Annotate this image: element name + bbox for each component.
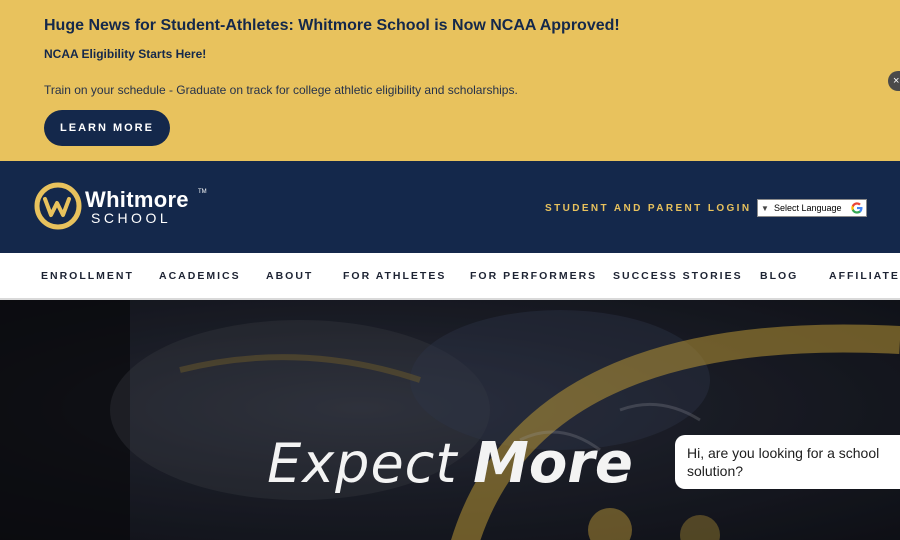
close-icon[interactable]: × bbox=[888, 71, 900, 91]
nav-item-blog[interactable]: BLOG bbox=[760, 270, 798, 282]
hero-background-image bbox=[0, 300, 900, 540]
logo-trademark: TM bbox=[198, 189, 207, 195]
learn-more-button[interactable]: LEARN MORE bbox=[44, 110, 170, 146]
nav-item-academics[interactable]: ACADEMICS bbox=[159, 270, 241, 282]
site-header: Whitmore TM SCHOOL STUDENT AND PARENT LO… bbox=[0, 161, 900, 253]
nav-item-for-athletes[interactable]: FOR ATHLETES bbox=[343, 270, 446, 282]
language-select[interactable]: ▼ Select Language bbox=[757, 199, 867, 217]
banner-headline: Huge News for Student-Athletes: Whitmore… bbox=[44, 17, 620, 34]
announcement-banner: Huge News for Student-Athletes: Whitmore… bbox=[0, 0, 900, 161]
chat-greeting-bubble[interactable]: Hi, are you looking for a school solutio… bbox=[675, 435, 900, 489]
nav-item-for-performers[interactable]: FOR PERFORMERS bbox=[470, 270, 597, 282]
dropdown-arrow-icon: ▼ bbox=[761, 203, 769, 213]
hero-title-light: Expect bbox=[267, 432, 458, 495]
logo-subtitle: SCHOOL bbox=[91, 210, 172, 226]
nav-item-enrollment[interactable]: ENROLLMENT bbox=[41, 270, 134, 282]
banner-body-text: Train on your schedule - Graduate on tra… bbox=[44, 83, 518, 97]
student-parent-login-link[interactable]: STUDENT AND PARENT LOGIN bbox=[545, 203, 752, 214]
nav-item-success-stories[interactable]: SUCCESS STORIES bbox=[613, 270, 743, 282]
hero-section: Expect More bbox=[0, 300, 900, 540]
site-logo[interactable]: Whitmore TM SCHOOL bbox=[33, 181, 213, 233]
language-select-label: Select Language bbox=[774, 203, 842, 213]
logo-mark-icon bbox=[34, 182, 82, 230]
main-nav: ENROLLMENT ACADEMICS ABOUT FOR ATHLETES … bbox=[0, 253, 900, 300]
nav-item-affiliates[interactable]: AFFILIATES bbox=[829, 270, 900, 282]
hero-title-bold: More bbox=[473, 431, 633, 496]
banner-subheadline: NCAA Eligibility Starts Here! bbox=[44, 47, 207, 61]
nav-item-about[interactable]: ABOUT bbox=[266, 270, 313, 282]
google-icon bbox=[851, 202, 863, 214]
